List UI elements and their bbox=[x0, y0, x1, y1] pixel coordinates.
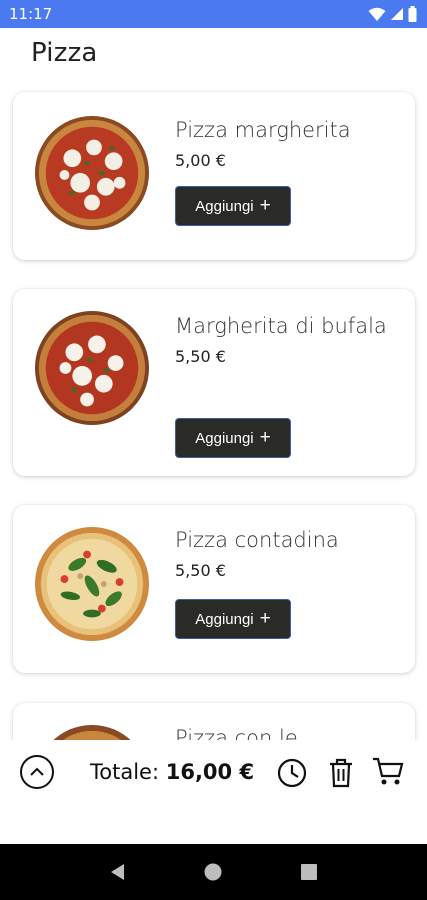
add-button-label: Aggiungi bbox=[195, 610, 254, 628]
pizza-price: 5,00 € bbox=[175, 151, 226, 170]
add-button-label: Aggiungi bbox=[195, 197, 254, 215]
pizza-price: 5,50 € bbox=[175, 347, 226, 366]
pizza-info: Pizza contadina 5,50 € bbox=[175, 523, 395, 581]
plus-icon: + bbox=[259, 607, 271, 629]
home-icon[interactable] bbox=[203, 862, 223, 882]
signal-icon bbox=[391, 8, 403, 20]
recents-icon[interactable] bbox=[299, 862, 319, 882]
wifi-icon bbox=[368, 7, 386, 21]
add-button[interactable]: Aggiungi + bbox=[175, 418, 291, 458]
pizza-info: Margherita di bufala 5,50 € bbox=[175, 309, 395, 367]
cart-bar: Totale: 16,00 € bbox=[0, 740, 427, 844]
clock-icon[interactable] bbox=[276, 757, 308, 789]
plus-icon: + bbox=[259, 426, 271, 448]
pizza-contadina-image bbox=[34, 526, 150, 642]
status-bar: 11:17 bbox=[0, 0, 427, 28]
pizza-card-contadina: Pizza contadina 5,50 € Aggiungi + bbox=[13, 505, 415, 673]
pizza-image bbox=[53, 724, 131, 740]
pizza-card-partial: Pizza con le bbox=[13, 703, 415, 740]
cart-icon[interactable] bbox=[371, 754, 405, 788]
system-nav-bar bbox=[0, 844, 427, 900]
pizza-info: Pizza margherita 5,00 € bbox=[175, 113, 395, 171]
expand-cart-button[interactable] bbox=[20, 755, 54, 789]
add-button[interactable]: Aggiungi + bbox=[175, 186, 291, 226]
add-button[interactable]: Aggiungi + bbox=[175, 599, 291, 639]
cart-total: Totale: 16,00 € bbox=[90, 760, 254, 784]
pizza-name: Pizza contadina bbox=[175, 528, 339, 552]
add-button-label: Aggiungi bbox=[195, 429, 254, 447]
pizza-info: Pizza con le bbox=[175, 721, 395, 740]
chevron-up-icon bbox=[30, 767, 44, 776]
plus-icon: + bbox=[259, 194, 271, 216]
total-value: 16,00 € bbox=[165, 760, 255, 784]
pizza-name: Pizza con le bbox=[175, 726, 298, 740]
pizza-name: Pizza margherita bbox=[175, 118, 351, 142]
back-icon[interactable] bbox=[108, 862, 128, 882]
pizza-bufala-image bbox=[34, 310, 150, 426]
page-title: Pizza bbox=[31, 38, 98, 68]
pizza-card-bufala: Margherita di bufala 5,50 € Aggiungi + bbox=[13, 289, 415, 476]
pizza-list[interactable]: Pizza margherita 5,00 € Aggiungi + Margh… bbox=[0, 70, 427, 740]
battery-icon bbox=[408, 6, 417, 22]
status-time: 11:17 bbox=[9, 5, 53, 23]
pizza-name: Margherita di bufala bbox=[175, 314, 387, 338]
trash-icon[interactable] bbox=[327, 757, 355, 789]
pizza-card-margherita: Pizza margherita 5,00 € Aggiungi + bbox=[13, 92, 415, 260]
total-label: Totale: bbox=[90, 760, 160, 784]
pizza-price: 5,50 € bbox=[175, 561, 226, 580]
pizza-margherita-image bbox=[34, 115, 150, 231]
status-icons bbox=[368, 6, 417, 22]
